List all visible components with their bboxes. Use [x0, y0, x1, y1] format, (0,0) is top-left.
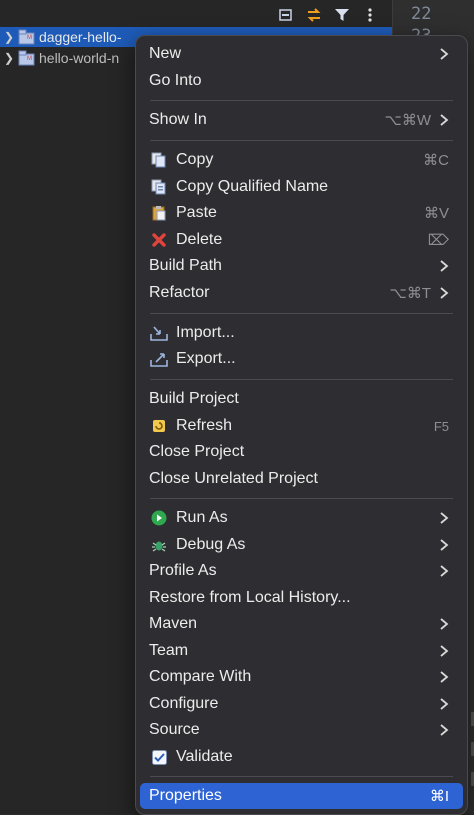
chevron-right-icon	[440, 539, 449, 551]
shortcut-label: ⌘C	[423, 152, 449, 169]
menu-separator	[150, 498, 453, 499]
menu-item-export[interactable]: Export...	[140, 346, 463, 372]
line-number: 22	[411, 4, 432, 24]
menu-separator	[150, 379, 453, 380]
svg-text:M: M	[27, 56, 32, 62]
menu-item-properties[interactable]: Properties ⌘I	[140, 783, 463, 809]
menu-item-import[interactable]: Import...	[140, 320, 463, 346]
menu-item-copy[interactable]: Copy ⌘C	[140, 147, 463, 173]
menu-item-team[interactable]: Team	[140, 638, 463, 664]
menu-separator	[150, 100, 453, 101]
chevron-right-icon	[440, 724, 449, 736]
export-icon	[150, 350, 168, 368]
menu-item-refactor[interactable]: Refactor ⌥⌘T	[140, 280, 463, 306]
filter-icon[interactable]	[332, 5, 352, 25]
menu-separator	[150, 776, 453, 777]
context-menu: New Go Into Show In ⌥⌘W Copy ⌘C Copy Qua…	[135, 35, 468, 815]
shortcut-label: ⌥⌘W	[384, 112, 431, 129]
menu-item-debug-as[interactable]: Debug As	[140, 532, 463, 558]
run-icon	[150, 509, 168, 527]
menu-item-maven[interactable]: Maven	[140, 611, 463, 637]
chevron-right-icon[interactable]: ❯	[0, 51, 18, 65]
chevron-right-icon	[440, 287, 449, 299]
collapse-all-icon[interactable]	[276, 5, 296, 25]
menu-item-validate[interactable]: Validate	[140, 744, 463, 770]
shortcut-label: ⌥⌘T	[389, 285, 431, 302]
shortcut-label: ⌦	[427, 232, 449, 249]
menu-item-new[interactable]: New	[140, 41, 463, 67]
copy-icon	[150, 151, 168, 169]
tree-item-label: dagger-hello-	[39, 29, 122, 45]
import-icon	[150, 324, 168, 342]
menu-item-run-as[interactable]: Run As	[140, 505, 463, 531]
menu-item-delete[interactable]: Delete ⌦	[140, 227, 463, 253]
maven-project-icon: M	[18, 29, 35, 45]
menu-item-build-project[interactable]: Build Project	[140, 386, 463, 412]
menu-item-restore-local-history[interactable]: Restore from Local History...	[140, 585, 463, 611]
menu-item-profile-as[interactable]: Profile As	[140, 558, 463, 584]
chevron-right-icon	[440, 698, 449, 710]
paste-icon	[150, 204, 168, 222]
debug-bug-icon	[150, 536, 168, 554]
chevron-right-icon	[440, 260, 449, 272]
menu-separator	[150, 140, 453, 141]
copy-qualified-name-icon	[150, 178, 168, 196]
menu-item-paste[interactable]: Paste ⌘V	[140, 200, 463, 226]
chevron-right-icon	[440, 645, 449, 657]
svg-text:M: M	[27, 35, 32, 41]
chevron-right-icon	[440, 512, 449, 524]
tree-item-hello-world[interactable]: ❯ M hello-world-n	[0, 48, 119, 68]
menu-item-close-project[interactable]: Close Project	[140, 439, 463, 465]
shortcut-label: F5	[433, 418, 449, 434]
explorer-toolbar	[276, 3, 380, 27]
chevron-right-icon	[440, 671, 449, 683]
menu-item-build-path[interactable]: Build Path	[140, 253, 463, 279]
menu-item-configure[interactable]: Configure	[140, 691, 463, 717]
tree-item-label: hello-world-n	[39, 50, 120, 66]
menu-separator	[150, 313, 453, 314]
menu-item-show-in[interactable]: Show In ⌥⌘W	[140, 107, 463, 133]
maven-project-icon: M	[18, 50, 35, 66]
shortcut-label: ⌘V	[423, 205, 449, 222]
refresh-icon	[150, 417, 168, 435]
chevron-right-icon	[440, 114, 449, 126]
menu-item-go-into[interactable]: Go Into	[140, 68, 463, 94]
chevron-right-icon	[440, 48, 449, 60]
menu-item-refresh[interactable]: Refresh F5	[140, 413, 463, 439]
shortcut-label: ⌘I	[429, 788, 449, 805]
link-with-editor-icon[interactable]	[304, 5, 324, 25]
checkbox-checked-icon	[150, 748, 168, 766]
view-menu-icon[interactable]	[360, 5, 380, 25]
chevron-right-icon	[440, 565, 449, 577]
chevron-right-icon[interactable]: ❯	[0, 30, 18, 44]
menu-item-close-unrelated-project[interactable]: Close Unrelated Project	[140, 466, 463, 492]
menu-item-source[interactable]: Source	[140, 717, 463, 743]
chevron-right-icon	[440, 618, 449, 630]
menu-item-compare-with[interactable]: Compare With	[140, 664, 463, 690]
delete-icon	[150, 231, 168, 249]
menu-item-copy-qualified-name[interactable]: Copy Qualified Name	[140, 174, 463, 200]
